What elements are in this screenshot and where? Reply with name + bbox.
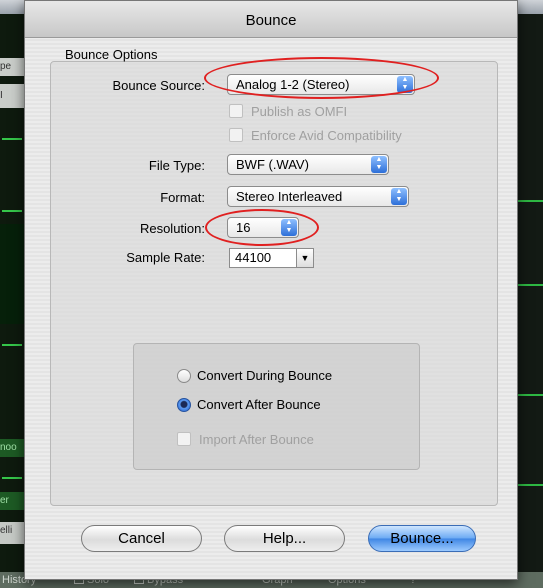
convert-after-label: Convert After Bounce	[197, 397, 321, 412]
sample-rate-label: Sample Rate:	[126, 250, 205, 265]
cancel-button[interactable]: Cancel	[81, 525, 202, 552]
bg-left-label: noo	[0, 439, 24, 457]
convert-during-label: Convert During Bounce	[197, 368, 333, 383]
help-button[interactable]: Help...	[224, 525, 345, 552]
bounce-button[interactable]: Bounce...	[368, 525, 476, 552]
convert-after-radio[interactable]: Convert After Bounce	[177, 397, 321, 412]
updown-arrows-icon: ▲ ▼	[391, 188, 407, 205]
publish-omfi-checkbox[interactable]: Publish as OMFI	[229, 104, 347, 119]
bounce-options-label: Bounce Options	[65, 47, 158, 62]
format-label: Format:	[160, 190, 205, 205]
import-after-label: Import After Bounce	[199, 432, 314, 447]
enforce-avid-label: Enforce Avid Compatibility	[251, 128, 402, 143]
dialog-titlebar[interactable]: Bounce	[25, 1, 517, 38]
annotation-ellipse-bounce-source	[204, 57, 439, 99]
publish-omfi-label: Publish as OMFI	[251, 104, 348, 119]
checkbox-icon	[177, 432, 191, 446]
bg-left-label: pe	[0, 58, 24, 76]
sample-rate-combo[interactable]: 44100 ▼	[229, 248, 314, 268]
bg-left-label: elli	[0, 522, 24, 544]
bg-left-label: er	[0, 492, 24, 510]
sample-rate-value: 44100	[235, 250, 272, 265]
file-type-label: File Type:	[148, 158, 205, 173]
background-right-strip	[516, 14, 543, 574]
resolution-label: Resolution:	[139, 221, 205, 236]
file-type-popup[interactable]: BWF (.WAV) ▲ ▼	[227, 154, 389, 175]
radio-on-icon	[177, 398, 191, 412]
radio-off-icon	[177, 369, 191, 383]
updown-arrows-icon: ▲ ▼	[371, 156, 387, 173]
bounce-source-label: Bounce Source:	[112, 78, 205, 93]
format-popup[interactable]: Stereo Interleaved ▲ ▼	[227, 186, 409, 207]
import-after-checkbox[interactable]: Import After Bounce	[177, 432, 314, 447]
dialog-title: Bounce	[245, 12, 297, 29]
format-value: Stereo Interleaved	[236, 189, 343, 204]
checkbox-icon	[229, 128, 243, 142]
enforce-avid-checkbox[interactable]: Enforce Avid Compatibility	[229, 128, 402, 143]
checkbox-icon	[229, 104, 243, 118]
convert-during-radio[interactable]: Convert During Bounce	[177, 368, 332, 383]
chevron-down-icon[interactable]: ▼	[296, 249, 313, 267]
file-type-value: BWF (.WAV)	[236, 157, 309, 172]
annotation-ellipse-resolution	[205, 209, 319, 246]
bg-left-label: I	[0, 84, 24, 108]
background-left-strip: pe I noo er elli	[0, 14, 24, 574]
bounce-dialog: Bounce Bounce Options Bounce Source: Ana…	[24, 0, 518, 580]
